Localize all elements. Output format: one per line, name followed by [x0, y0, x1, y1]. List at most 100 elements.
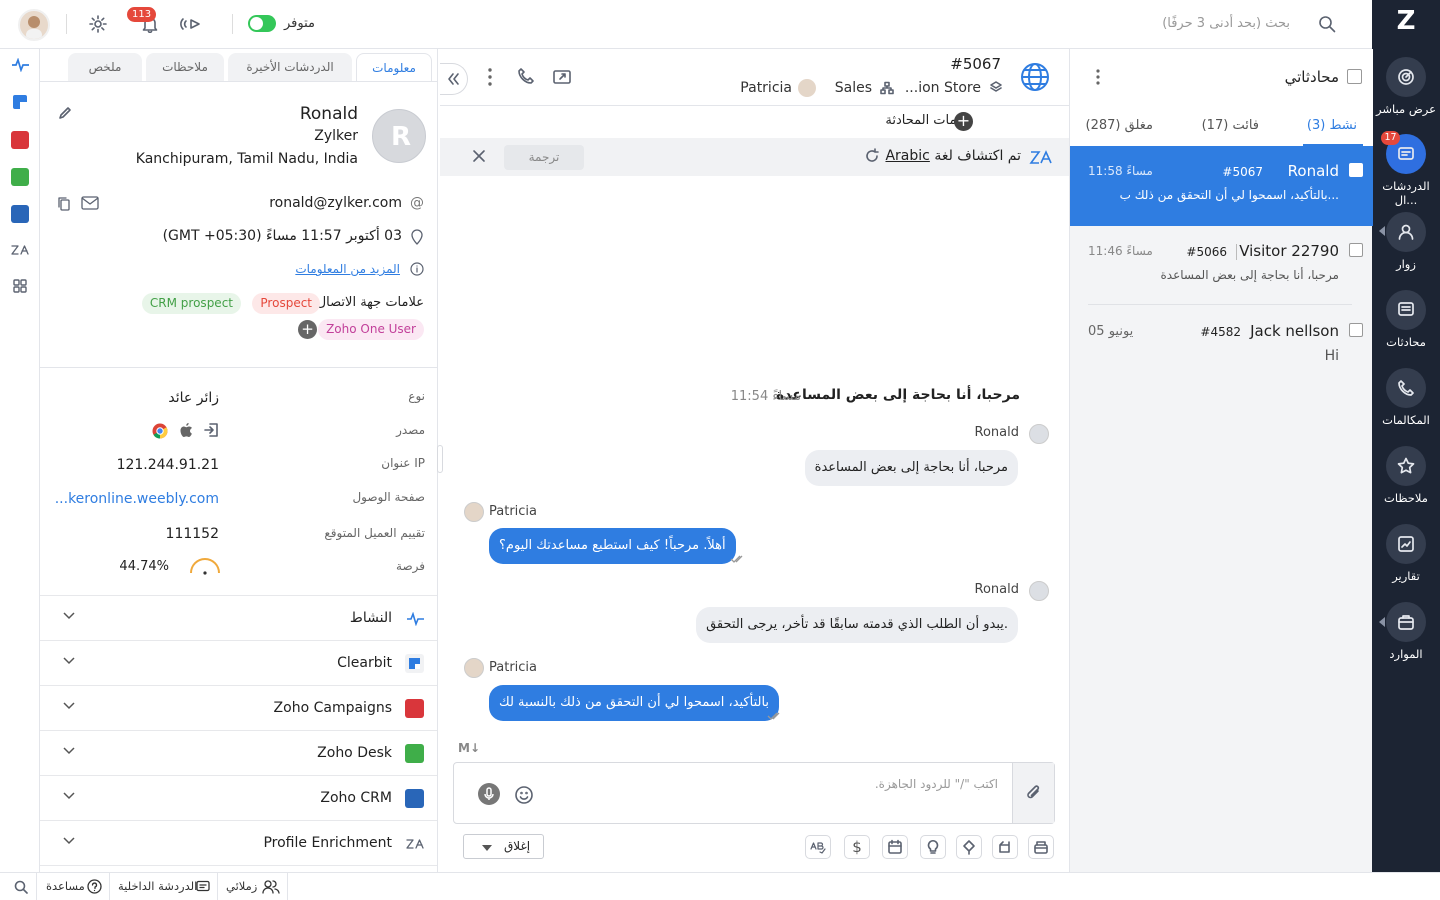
emoji-icon[interactable]: [514, 785, 534, 805]
attach-button[interactable]: [1012, 763, 1054, 823]
nav-reports[interactable]: تقارير: [1372, 524, 1440, 583]
settings-icon[interactable]: [88, 14, 108, 34]
tab-count: (287): [1085, 118, 1121, 133]
detail-label: فرصة: [396, 559, 425, 573]
mail-icon[interactable]: [81, 196, 99, 210]
visitor-email[interactable]: ronald@zylker.com: [269, 195, 402, 211]
section-clearbit[interactable]: Clearbit: [40, 640, 437, 685]
tag-prospect[interactable]: Prospect: [252, 293, 320, 314]
add-tag-icon[interactable]: +: [298, 320, 317, 339]
zoho-desk-icon[interactable]: [11, 168, 29, 186]
broadcast-icon[interactable]: [179, 15, 205, 33]
activity-icon: [406, 612, 426, 626]
tab-summary[interactable]: ملخص: [68, 53, 142, 81]
apple-icon: [179, 422, 194, 439]
spell-check-icon[interactable]: [805, 835, 831, 859]
nav-notes[interactable]: ملاحظات: [1372, 446, 1440, 505]
nav-chats[interactable]: الدردشات ال... 17: [1372, 131, 1440, 207]
more-info-link[interactable]: المزيد من المعلومات: [295, 262, 400, 276]
search-icon[interactable]: [14, 880, 28, 894]
tag-zoho-one-user[interactable]: Zoho One User: [318, 319, 424, 340]
tab-recent-chats[interactable]: الدردشات الأخيرة: [228, 53, 352, 81]
conversation-checkbox[interactable]: [1349, 163, 1363, 177]
select-all-checkbox[interactable]: [1347, 69, 1362, 84]
tab-info[interactable]: معلومات: [356, 53, 432, 81]
logo[interactable]: Z: [1372, 6, 1440, 36]
section-zoho-crm[interactable]: Zoho CRM: [40, 775, 437, 820]
nav-label: ملاحظات: [1384, 491, 1428, 505]
zoho-campaigns-icon[interactable]: [11, 131, 29, 149]
tag-crm-prospect[interactable]: CRM prospect: [141, 293, 241, 314]
dollar-icon[interactable]: $: [844, 835, 870, 859]
section-zoho-desk[interactable]: Zoho Desk: [40, 730, 437, 775]
close-icon[interactable]: [472, 149, 486, 163]
search-icon[interactable]: [1318, 15, 1336, 33]
chats-badge: 17: [1381, 131, 1400, 145]
translate-button[interactable]: ترجمة: [504, 145, 584, 170]
conversation-item[interactable]: Visitor 22790 #5066 11:46 مساءً مرحبا، أ…: [1070, 226, 1373, 306]
internal-chat-label: الدردشة الداخلية: [118, 879, 198, 893]
read-receipt-icon: [730, 554, 746, 564]
message-input[interactable]: اكتب "/" للردود الجاهزة.: [875, 777, 998, 791]
internal-chat-button[interactable]: الدردشة الداخلية: [110, 873, 218, 900]
refresh-icon[interactable]: [864, 148, 880, 164]
activity-icon[interactable]: [11, 58, 31, 72]
section-profile-enrichment[interactable]: Profile Enrichment: [40, 820, 437, 865]
agent-avatar: [464, 502, 484, 522]
tab-notes[interactable]: ملاحظات: [146, 53, 224, 81]
nav-live-view[interactable]: عرض مباشر: [1372, 57, 1440, 116]
tab-active[interactable]: نشط (3): [1307, 118, 1357, 133]
conversation-number: #5067: [1222, 165, 1263, 179]
more-options-icon[interactable]: [484, 67, 496, 87]
message-bubble: يبدو أن الطلب الذي قدمته سابقًا قد تأخر،…: [696, 607, 1018, 643]
edit-icon[interactable]: [57, 105, 73, 121]
markdown-icon[interactable]: M↓: [458, 741, 480, 755]
nav-conversations[interactable]: محادثات: [1372, 290, 1440, 349]
expand-arrow-icon[interactable]: [1379, 226, 1385, 236]
contact-tags-label: علامات جهة الاتصال: [316, 295, 424, 310]
search-input[interactable]: بحث (بحد أدنى 3 حرفًا): [1162, 16, 1290, 31]
info-icon: [410, 262, 424, 276]
microphone-icon[interactable]: [478, 783, 500, 805]
person-icon: [1386, 212, 1426, 252]
help-button[interactable]: مساعدة: [38, 873, 110, 900]
call-icon[interactable]: [517, 67, 535, 85]
collapse-panel-button[interactable]: [440, 63, 468, 95]
nav-calls[interactable]: المكالمات: [1372, 368, 1440, 427]
section-title: Zoho Desk: [317, 745, 392, 761]
section-activity[interactable]: النشاط: [40, 595, 437, 640]
detail-label: مصدر: [396, 423, 425, 437]
lightbulb-icon[interactable]: [920, 835, 946, 859]
clearbit-icon[interactable]: [13, 95, 27, 109]
landing-page-link[interactable]: ...keronline.weebly.com: [55, 491, 219, 507]
close-chat-button[interactable]: إغلاق: [463, 834, 544, 859]
conversation-checkbox[interactable]: [1349, 243, 1363, 257]
colleagues-label: زملائي: [226, 879, 258, 893]
conversation-checkbox[interactable]: [1349, 323, 1363, 337]
add-tag-icon[interactable]: +: [954, 112, 973, 131]
tab-closed[interactable]: مغلق (287): [1085, 118, 1153, 133]
profile-enrichment-icon[interactable]: [11, 242, 31, 258]
nav-visitors[interactable]: زوار: [1372, 212, 1440, 271]
integration-icon[interactable]: [956, 835, 982, 859]
apps-grid-icon[interactable]: [13, 279, 27, 293]
user-avatar[interactable]: [18, 9, 50, 41]
resize-handle[interactable]: [437, 445, 443, 473]
archive-icon[interactable]: [1028, 835, 1054, 859]
conversation-item[interactable]: Ronald #5067 11:58 مساءً بالتأكيد، اسمحو…: [1070, 146, 1373, 226]
availability-toggle[interactable]: [248, 15, 276, 32]
copy-icon[interactable]: [57, 196, 71, 212]
nav-resources[interactable]: الموارد: [1372, 602, 1440, 661]
expand-arrow-icon[interactable]: [1379, 617, 1385, 627]
detected-language[interactable]: Arabic: [885, 148, 929, 164]
lead-score: 111152: [165, 526, 219, 542]
tab-missed[interactable]: فائت (17): [1202, 118, 1259, 133]
share-screen-icon[interactable]: [552, 67, 572, 87]
conversation-item[interactable]: Jack nellson #4582 05 يونيو Hi: [1070, 306, 1373, 386]
more-options-icon[interactable]: [1092, 67, 1104, 87]
section-zoho-campaigns[interactable]: Zoho Campaigns: [40, 685, 437, 730]
calendar-icon[interactable]: [882, 835, 908, 859]
colleagues-button[interactable]: زملائي: [218, 873, 288, 900]
zoho-crm-icon[interactable]: [11, 205, 29, 223]
transfer-icon[interactable]: [992, 835, 1018, 859]
